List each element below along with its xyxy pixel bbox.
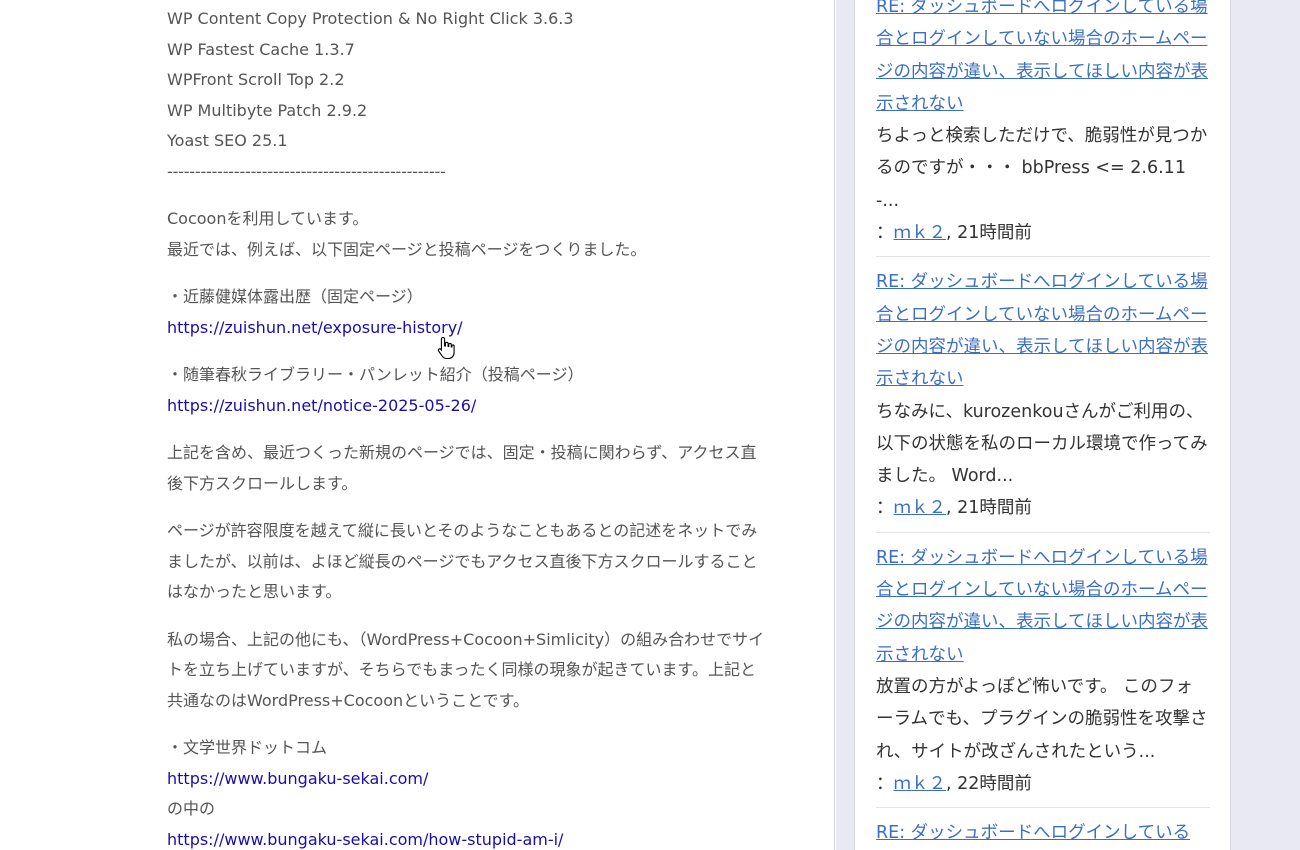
page-item-label: ・随筆春秋ライブラリー・パンレット紹介（投稿ページ） (167, 365, 584, 384)
plugin-list: WP Content Copy Protection & No Right Cl… (167, 4, 767, 187)
reply-meta: ：ｍｋ２, 21時間前 (876, 492, 1210, 524)
reply-title-link[interactable]: RE: ダッシュボードへログインしている場合とログインしていない場合のホームペー… (876, 0, 1210, 120)
body-paragraph: ページが許容限度を越えて縦に長いとそのようなこともあるとの記述をネットでみました… (167, 521, 758, 601)
reply-excerpt: ちよっと検索しただけで、脆弱性が見つかるのですが・・・ bbPress <= 2… (876, 126, 1208, 211)
plugin-line: WPFront Scroll Top 2.2 (167, 70, 345, 89)
forum-post-body: WP Content Copy Protection & No Right Cl… (167, 4, 767, 850)
body-paragraph: 上記を含め、最近つくった新規のページでは、固定・投稿に関わらず、アクセス直後下方… (167, 443, 757, 493)
author-link[interactable]: ｍｋ２ (894, 223, 947, 243)
reply-meta: ：ｍｋ２, 21時間前 (876, 217, 1210, 249)
page-item-label: ・近藤健媒体露出歴（固定ページ） (167, 287, 423, 306)
meta-prefix: ： (876, 223, 894, 244)
meta-prefix: ： (876, 773, 894, 794)
list-item: RE: ダッシュボードへログインしている場合とログインしていない場合のホームペー… (876, 257, 1210, 533)
body-paragraph: 私の場合、上記の他にも、（WordPress+Cocoon+Simlicity）… (167, 629, 765, 710)
meta-prefix: ： (876, 498, 894, 519)
page-item-text: の中の (167, 799, 216, 818)
author-link[interactable]: ｍｋ２ (894, 498, 947, 518)
reply-time: , 22時間前 (946, 773, 1032, 794)
reply-excerpt: 放置の方がよっぽど怖いです。 このフォーラムでも、プラグインの脆弱性を攻撃され、… (876, 676, 1208, 762)
exposure-history-link[interactable]: https://zuishun.net/exposure-history/ (167, 313, 767, 344)
plugin-line: Yoast SEO 25.1 (167, 131, 288, 150)
reply-time: , 21時間前 (946, 498, 1032, 519)
intro-paragraph: Cocoonを利用しています。 最近では、例えば、以下固定ページと投稿ページをつ… (167, 204, 767, 265)
list-item: RE: ダッシュボードへログインしている (876, 808, 1210, 850)
reply-title-link[interactable]: RE: ダッシュボードへログインしている場合とログインしていない場合のホームペー… (876, 542, 1210, 671)
page-item: ・随筆春秋ライブラリー・パンレット紹介（投稿ページ） https://zuish… (167, 360, 767, 421)
page-item-label: ・文学世界ドットコム (167, 738, 328, 757)
reply-title-link[interactable]: RE: ダッシュボードへログインしている (876, 817, 1210, 849)
author-link[interactable]: ｍｋ２ (894, 774, 947, 794)
list-item: RE: ダッシュボードへログインしている場合とログインしていない場合のホームペー… (876, 533, 1210, 809)
reply-excerpt: ちなみに、kurozenkouさんがご利用の、以下の状態を私のローカル環境で作っ… (876, 401, 1208, 487)
main-content: WP Content Copy Protection & No Right Cl… (0, 0, 835, 850)
plugin-line: WP Multibyte Patch 2.9.2 (167, 100, 368, 120)
notice-link[interactable]: https://zuishun.net/notice-2025-05-26/ (167, 391, 767, 422)
recent-replies-list: RE: ダッシュボードへログインしている場合とログインしていない場合のホームペー… (876, 0, 1210, 850)
plugin-line: WP Fastest Cache 1.3.7 (167, 39, 355, 59)
how-stupid-link[interactable]: https://www.bungaku-sekai.com/how-stupid… (167, 825, 767, 850)
recent-replies-widget: RE: ダッシュボードへログインしている場合とログインしていない場合のホームペー… (854, 0, 1231, 850)
page-item: ・文学世界ドットコム https://www.bungaku-sekai.com… (167, 733, 767, 850)
bungaku-sekai-link[interactable]: https://www.bungaku-sekai.com/ (167, 764, 767, 795)
hand-cursor-icon (437, 336, 455, 360)
divider-line: ----------------------------------------… (167, 161, 446, 181)
intro-line: 最近では、例えば、以下固定ページと投稿ページをつくりました。 (167, 239, 647, 259)
page: WP Content Copy Protection & No Right Cl… (0, 0, 1300, 850)
reply-meta: ：ｍｋ２, 22時間前 (876, 768, 1210, 800)
page-item: ・近藤健媒体露出歴（固定ページ） https://zuishun.net/exp… (167, 282, 767, 343)
plugin-line: WP Content Copy Protection & No Right Cl… (167, 9, 574, 28)
list-item: RE: ダッシュボードへログインしている場合とログインしていない場合のホームペー… (876, 0, 1210, 258)
intro-line: Cocoonを利用しています。 (167, 209, 369, 228)
reply-time: , 21時間前 (946, 223, 1032, 244)
reply-title-link[interactable]: RE: ダッシュボードへログインしている場合とログインしていない場合のホームペー… (876, 266, 1210, 395)
